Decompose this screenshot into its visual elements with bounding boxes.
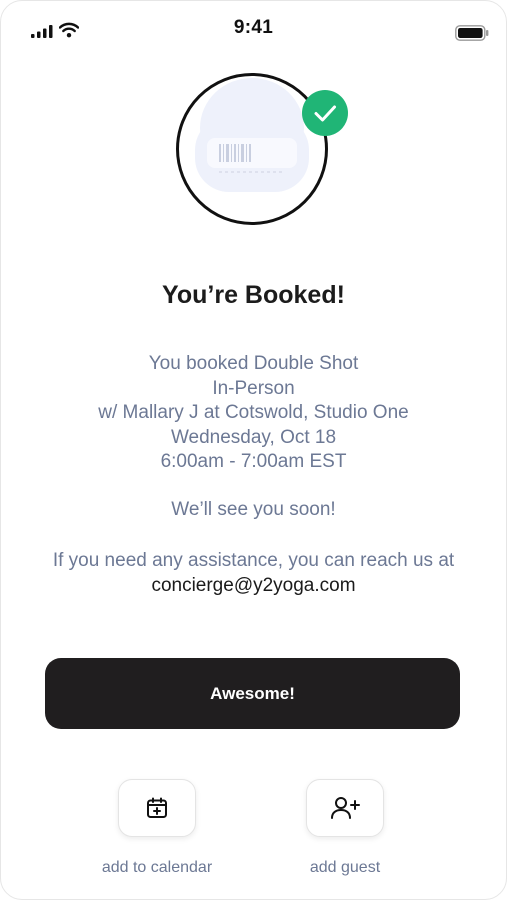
add-guest-button[interactable] [306, 779, 384, 837]
booking-confirmation-screen: 9:41 You’re Booked! You booked Double Sh… [0, 0, 507, 900]
booking-time: 6:00am - 7:00am EST [160, 451, 347, 472]
concierge-email-link[interactable]: concierge@y2yoga.com [151, 575, 355, 596]
calendar-add-icon [147, 797, 167, 818]
status-time: 9:41 [233, 17, 274, 38]
assistance-message: If you need any assistance, you can reac… [31, 548, 476, 598]
status-bar: 9:41 [1, 1, 506, 57]
booking-date: Wednesday, Oct 18 [170, 426, 337, 448]
add-guest-label: add guest [309, 859, 381, 876]
battery-icon [455, 25, 489, 41]
booking-class-name: You booked Double Shot [148, 353, 359, 374]
add-user-icon [331, 797, 360, 819]
add-to-calendar-button[interactable] [118, 779, 196, 837]
add-guest-action: add guest [270, 779, 420, 877]
see-you-message: We’ll see you soon! [171, 499, 336, 520]
add-to-calendar-action: add to calendar [82, 779, 232, 877]
success-check-badge [302, 90, 348, 136]
booking-format: In-Person [212, 377, 295, 399]
booking-instructor-location: w/ Mallary J at Cotswold, Studio One [98, 402, 409, 423]
awesome-button[interactable]: Awesome! [45, 658, 460, 729]
booking-details: You booked Double Shot In-Person w/ Mall… [1, 352, 506, 475]
assistance-text: If you need any assistance, you can reac… [52, 550, 455, 571]
page-title: You’re Booked! [162, 281, 345, 309]
add-to-calendar-label: add to calendar [101, 859, 213, 876]
checkmark-icon [314, 105, 336, 122]
